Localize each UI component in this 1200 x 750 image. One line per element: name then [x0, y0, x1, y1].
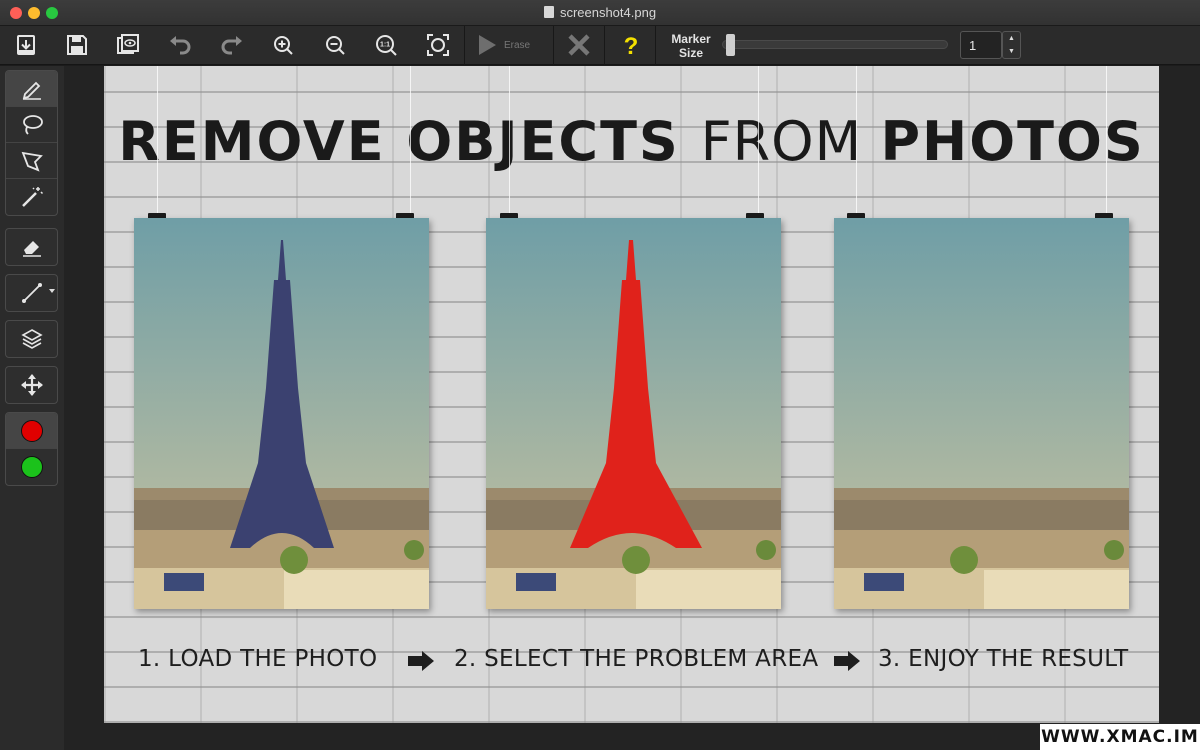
- marker-label-line2: Size: [678, 46, 703, 60]
- toolbar-separator: [655, 26, 656, 65]
- open-button[interactable]: [9, 30, 43, 60]
- lasso-tool-button[interactable]: [6, 107, 57, 143]
- marker-icon: [22, 81, 41, 100]
- redo-button[interactable]: [215, 30, 249, 60]
- arrow-right-icon: [408, 651, 434, 671]
- layers-tool-button[interactable]: [6, 321, 57, 357]
- poster-original: [134, 218, 429, 609]
- step-3: 3. ENJOY THE RESULT: [878, 646, 1129, 672]
- zoom-in-button[interactable]: [266, 30, 300, 60]
- erase-button[interactable]: Erase: [474, 30, 544, 60]
- help-glyph: ?: [624, 33, 639, 58]
- move-tool-button[interactable]: [6, 367, 57, 403]
- color-group: [5, 412, 58, 486]
- toolbar-separator: [464, 26, 465, 65]
- hanging-string: [856, 66, 857, 214]
- selection-tools-group: [5, 70, 58, 216]
- photo-selection: [486, 218, 781, 609]
- green-color-button[interactable]: [6, 449, 57, 485]
- marker-size-label: Marker Size: [664, 32, 718, 60]
- image-canvas[interactable]: REMOVE OBJECTS FROM PHOTOS 1. LOAD THE P…: [104, 66, 1159, 723]
- help-button[interactable]: ?: [614, 30, 648, 60]
- undo-button[interactable]: [163, 30, 197, 60]
- fit-screen-button[interactable]: [421, 30, 455, 60]
- title-bar: screenshot4.png: [0, 0, 1200, 26]
- undo-icon: [170, 36, 191, 55]
- eraser-tool-group: [5, 228, 58, 266]
- layers-icon: [20, 329, 43, 349]
- red-color-button[interactable]: [6, 413, 57, 449]
- document-icon: [543, 6, 554, 18]
- marker-size-stepper[interactable]: ▲ ▼: [1002, 31, 1021, 59]
- hanging-string: [509, 66, 510, 214]
- polygon-lasso-icon: [21, 151, 43, 172]
- layers-tool-group: [5, 320, 58, 358]
- toolbar-separator: [604, 26, 605, 65]
- line-tool-group: [5, 274, 58, 312]
- headline: REMOVE OBJECTS FROM PHOTOS: [104, 110, 1159, 173]
- cancel-icon: [568, 34, 590, 56]
- move-tool-group: [5, 366, 58, 404]
- photo-result: [834, 218, 1129, 609]
- actual-size-glyph: 1:1: [380, 42, 390, 49]
- stepper-down-icon[interactable]: ▼: [1003, 45, 1020, 58]
- steps-row: 1. LOAD THE PHOTO 2. SELECT THE PROBLEM …: [104, 646, 1159, 678]
- photo-original: [134, 218, 429, 609]
- watermark: WWW.XMAC.IM: [1040, 724, 1200, 750]
- marker-tool-button[interactable]: [6, 71, 57, 107]
- arrow-right-icon: [834, 651, 860, 671]
- step-1: 1. LOAD THE PHOTO: [138, 646, 378, 672]
- fit-screen-icon: [427, 34, 449, 56]
- polygon-lasso-tool-button[interactable]: [6, 143, 57, 179]
- chevron-down-icon[interactable]: [49, 289, 55, 293]
- save-copy-button[interactable]: [111, 30, 145, 60]
- window-title: screenshot4.png: [559, 5, 657, 20]
- play-icon: [479, 35, 496, 55]
- magic-wand-icon: [21, 187, 43, 207]
- marker-size-slider-thumb[interactable]: [726, 34, 736, 56]
- green-color-swatch: [20, 456, 43, 478]
- stepper-up-icon[interactable]: ▲: [1003, 32, 1020, 45]
- hanging-string: [157, 66, 158, 214]
- zoom-out-button[interactable]: [318, 30, 352, 60]
- toolbar-separator: [553, 26, 554, 65]
- red-color-swatch: [20, 419, 43, 442]
- redo-icon: [221, 36, 242, 55]
- toolbar: 1:1 Erase ? Marker Size ▲ ▼: [0, 26, 1200, 65]
- actual-size-icon: 1:1: [376, 35, 397, 56]
- move-icon: [20, 374, 43, 396]
- save-copy-icon: [117, 34, 139, 54]
- zoom-in-icon: [274, 36, 293, 55]
- cancel-button[interactable]: [562, 30, 596, 60]
- eraser-tool-button[interactable]: [6, 229, 57, 265]
- hanging-string: [410, 66, 411, 214]
- zoom-out-icon: [326, 36, 345, 55]
- tool-palette: [0, 66, 64, 750]
- magic-wand-tool-button[interactable]: [6, 179, 57, 215]
- actual-size-button[interactable]: 1:1: [369, 30, 403, 60]
- hanging-string: [1106, 66, 1107, 214]
- marker-size-input[interactable]: [960, 31, 1002, 59]
- poster-result: [834, 218, 1129, 609]
- open-icon: [17, 35, 35, 55]
- marker-size-slider[interactable]: [722, 40, 948, 49]
- hanging-string: [758, 66, 759, 214]
- poster-selection: [486, 218, 781, 609]
- step-2: 2. SELECT THE PROBLEM AREA: [454, 646, 819, 672]
- headline-part2: FROM: [700, 110, 881, 173]
- window-title-wrap: screenshot4.png: [0, 5, 1200, 20]
- eraser-icon: [22, 241, 41, 257]
- save-button[interactable]: [60, 30, 94, 60]
- marker-label-line1: Marker: [671, 32, 711, 46]
- line-icon: [21, 283, 42, 303]
- save-icon: [67, 35, 87, 55]
- line-tool-button[interactable]: [6, 275, 57, 311]
- lasso-icon: [22, 114, 43, 135]
- help-icon: ?: [624, 33, 639, 58]
- erase-label: Erase: [504, 39, 531, 51]
